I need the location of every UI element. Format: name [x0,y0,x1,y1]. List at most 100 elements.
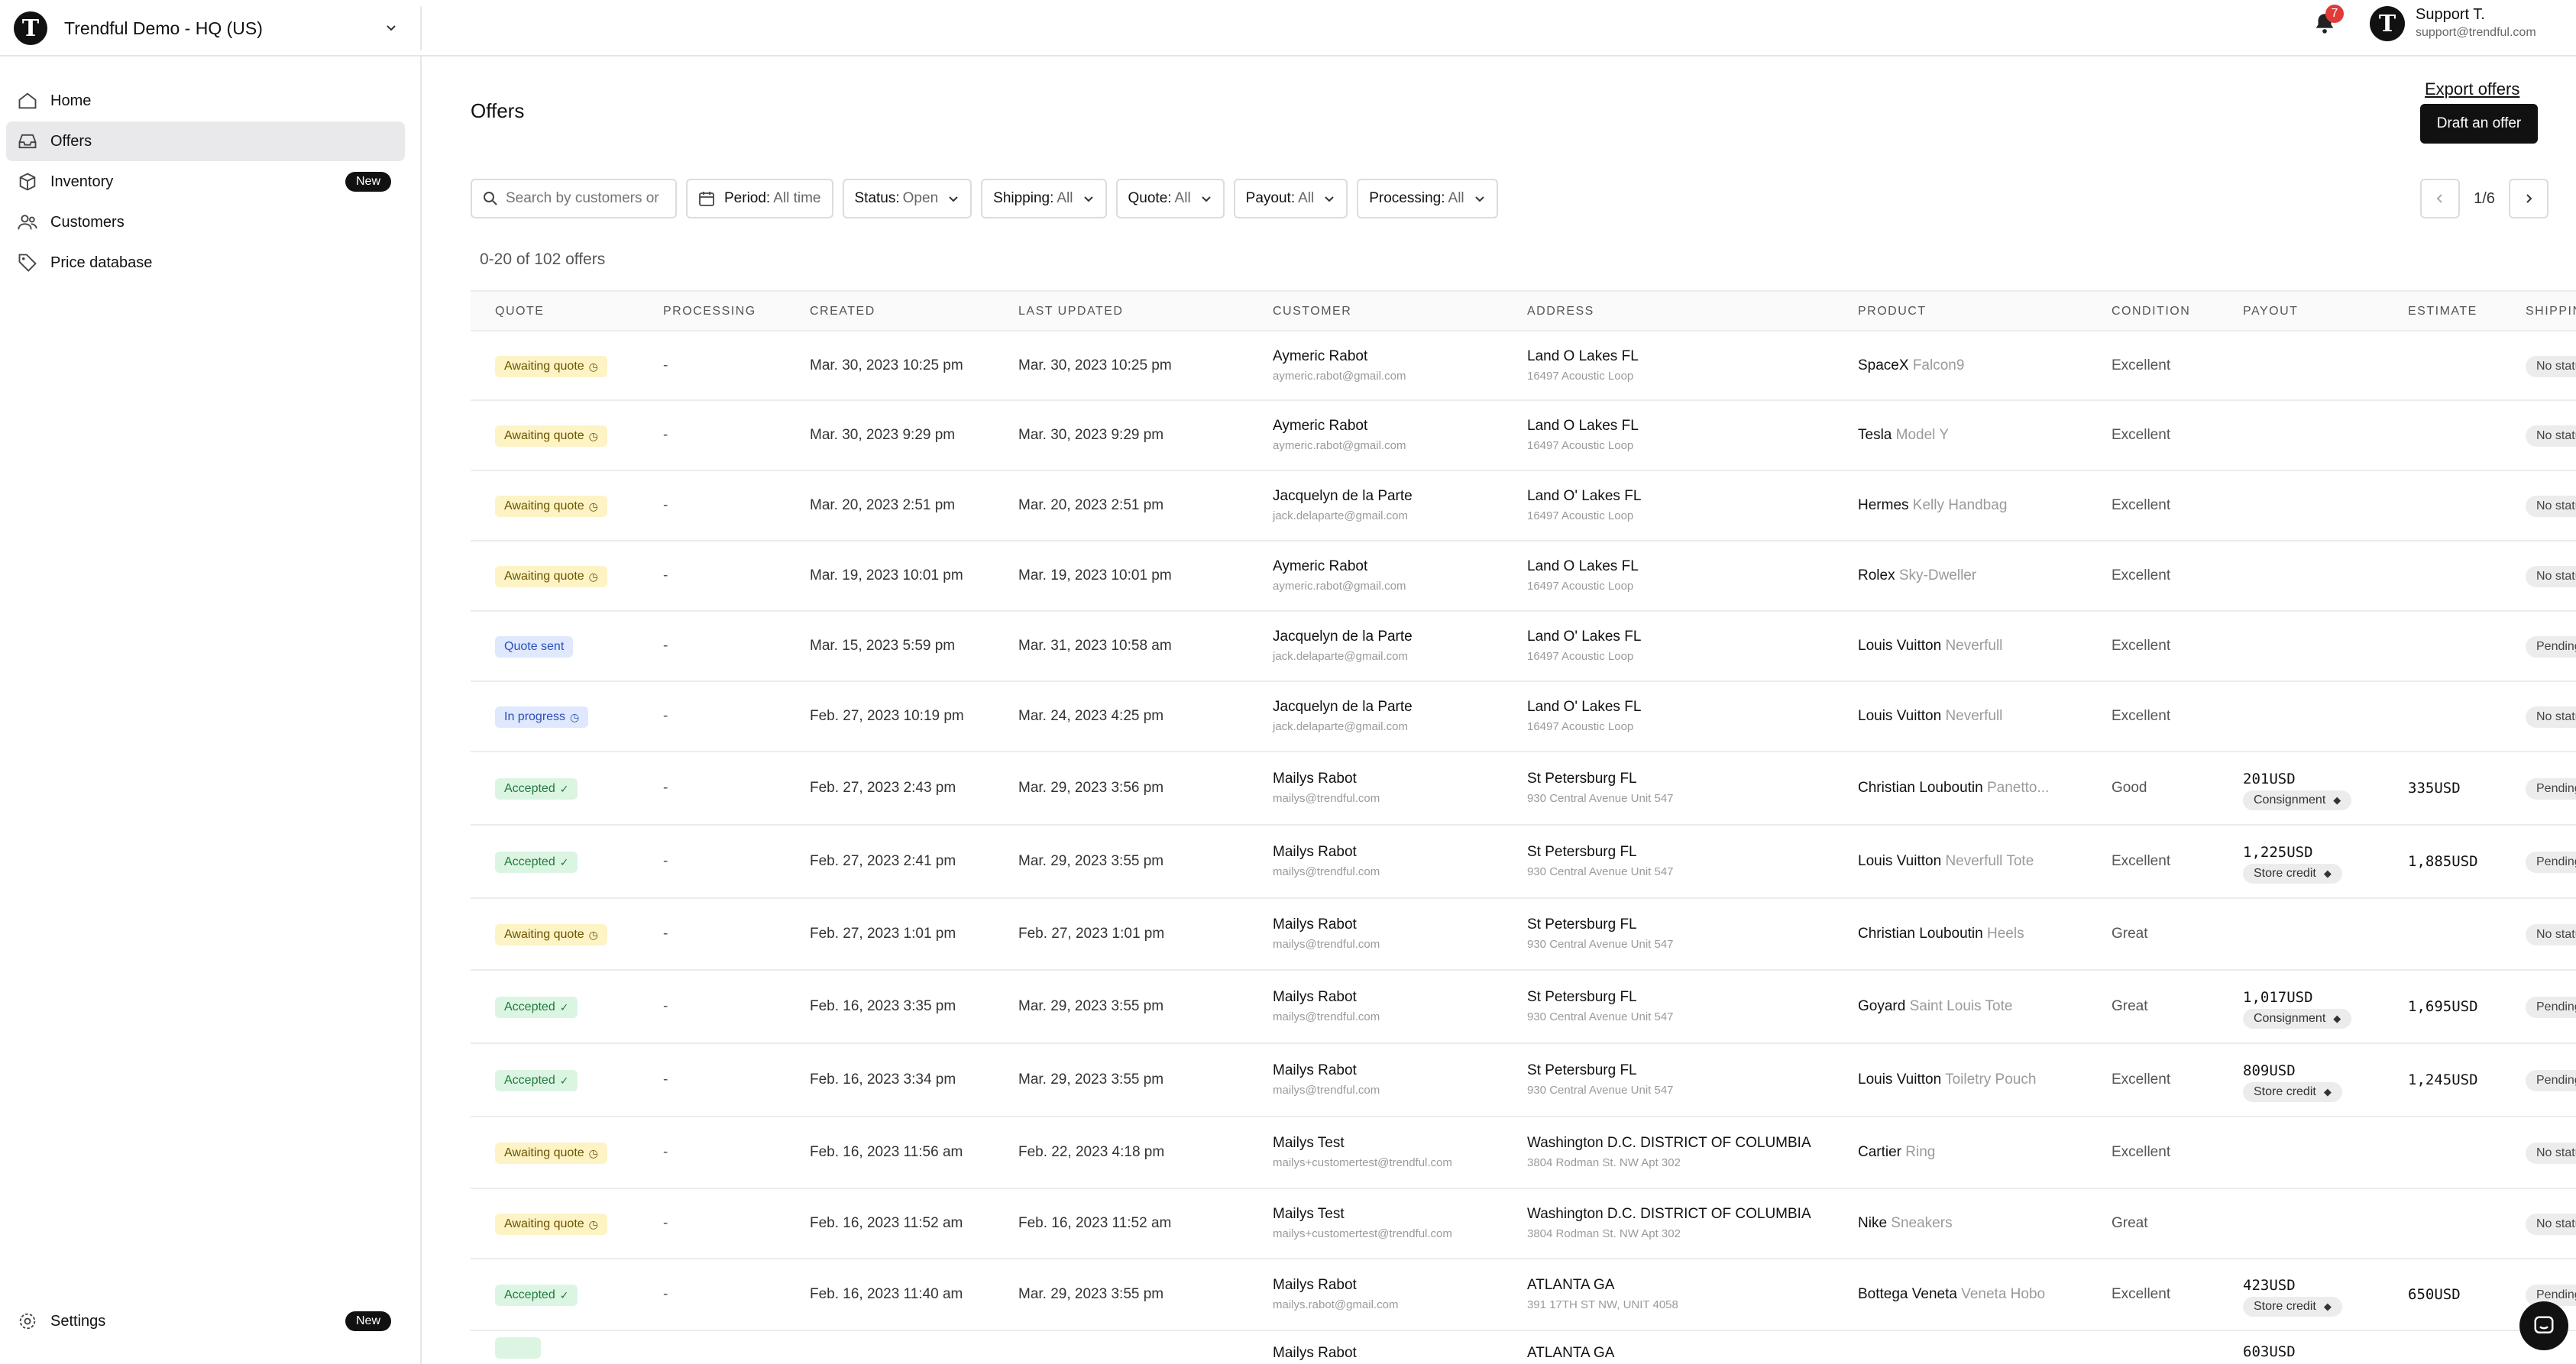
table-row[interactable]: Accepted ✓ - Feb. 16, 2023 11:40 am Mar. … [471,1259,2576,1331]
sidebar-item-customers[interactable]: Customers [6,202,405,242]
address-street: 16497 Acoustic Loop [1527,650,1634,663]
col-product-header: PRODUCT [1858,305,1927,318]
shipping-status-badge: Pending [2526,997,2576,1018]
table-row[interactable]: Awaiting quote ◷ - Mar. 30, 2023 9:29 pm … [471,401,2576,471]
customer-cell[interactable]: Mailys Rabot mailys@trendful.com [1273,1062,1380,1097]
table-row[interactable]: Awaiting quote ◷ - Mar. 30, 2023 10:25 pm… [471,331,2576,401]
product-cell: Cartier Ring [1858,1144,1935,1161]
sidebar-item-offers[interactable]: Offers [6,121,405,161]
sidebar-item-settings[interactable]: Settings New [6,1301,405,1341]
table-row[interactable]: Accepted ✓ - Feb. 16, 2023 3:35 pm Mar. 2… [471,971,2576,1044]
table-row[interactable]: Quote sent - Mar. 15, 2023 5:59 pm Mar. … [471,612,2576,682]
search-box[interactable] [471,179,677,218]
clock-icon: ◷ [588,360,598,373]
table-row[interactable]: Accepted ✓ - Feb. 27, 2023 2:41 pm Mar. 2… [471,826,2576,899]
sidebar-item-home[interactable]: Home [6,81,405,121]
product-cell: Louis Vuitton Neverfull Tote [1858,853,2034,870]
clock-icon: ◷ [588,1146,598,1159]
product-model: Falcon9 [1912,357,1965,373]
sidebar-item-inventory[interactable]: Inventory New [6,162,405,202]
customer-cell[interactable]: Mailys Rabot mailys@trendful.com [1273,771,1380,805]
customer-cell[interactable]: Jacquelyn de la Parte jack.delaparte@gma… [1273,488,1413,522]
shipping-filter[interactable]: Shipping: All [981,179,1107,218]
customer-cell[interactable]: Jacquelyn de la Parte jack.delaparte@gma… [1273,629,1413,663]
customer-cell[interactable]: Mailys Rabot mailys@trendful.com [1273,844,1380,878]
address-city: St Petersburg FL [1527,916,1637,932]
status-filter[interactable]: Status: Open [842,179,972,218]
customer-cell[interactable]: Mailys Rabot mailys@trendful.com [1273,916,1380,951]
product-brand: Louis Vuitton [1858,853,1942,869]
customer-cell[interactable]: Mailys Test mailys+customertest@trendful… [1273,1135,1452,1169]
address-city: Washington D.C. DISTRICT OF COLUMBIA [1527,1206,1811,1222]
table-row[interactable]: Awaiting quote ◷ - Feb. 16, 2023 11:56 am… [471,1117,2576,1189]
address-city: ATLANTA GA [1527,1277,1615,1293]
period-filter[interactable]: Period: All time [686,179,833,218]
address-cell: St Petersburg FL 930 Central Avenue Unit… [1527,844,1674,878]
table-row[interactable]: Awaiting quote ◷ - Mar. 20, 2023 2:51 pm … [471,471,2576,541]
condition-value: Excellent [2112,853,2171,869]
customer-cell[interactable]: Aymeric Rabot aymeric.rabot@gmail.com [1273,348,1406,383]
address-city: St Petersburg FL [1527,844,1637,860]
shipping-status-badge: No status [2526,425,2576,447]
condition-value: Excellent [2112,638,2171,654]
sidebar-item-price-database[interactable]: Price database [6,243,405,283]
quote-filter[interactable]: Quote: All [1115,179,1225,218]
shipping-status-badge: No status [2526,924,2576,945]
user-avatar[interactable]: T [2370,6,2405,41]
chat-button[interactable] [2519,1301,2568,1350]
table-row[interactable]: Mailys Rabot ATLANTA GA 603USD [471,1331,2576,1364]
customer-cell[interactable]: Jacquelyn de la Parte jack.delaparte@gma… [1273,699,1413,733]
previous-page-button[interactable] [2420,179,2460,218]
customer-cell[interactable]: Mailys Test mailys+customertest@trendful… [1273,1206,1452,1240]
quote-status: Awaiting quote ◷ [495,1143,607,1164]
product-model: Neverfull [1945,638,2003,654]
customer-name: Mailys Test [1273,1206,1345,1222]
search-input[interactable] [506,190,674,207]
address-cell: Land O' Lakes FL 16497 Acoustic Loop [1527,699,1641,733]
product-brand: Tesla [1858,427,1892,443]
payout-type-label: Store credit [2254,1085,2316,1098]
main-content: Offers Export offers Draft an offer Peri… [422,57,2576,1364]
address-street: 930 Central Avenue Unit 547 [1527,792,1674,805]
customer-cell[interactable]: Mailys Rabot mailys.rabot@gmail.com [1273,1277,1398,1311]
quote-status-badge: Accepted ✓ [495,1070,578,1091]
user-name: Support T. [2416,6,2485,23]
payout-filter[interactable]: Payout: All [1233,179,1348,218]
product-model: Ring [1905,1144,1936,1160]
quote-status-badge: Quote sent [495,636,574,658]
shipping-status-badge: Pending [2526,636,2576,658]
quote-status: Awaiting quote ◷ [495,566,607,587]
customer-cell[interactable]: Mailys Rabot mailys@trendful.com [1273,989,1380,1023]
product-brand: Hermes [1858,497,1909,513]
check-icon: ✓ [559,1288,569,1301]
table-row[interactable]: Awaiting quote ◷ - Mar. 19, 2023 10:01 pm… [471,541,2576,612]
table-row[interactable]: Awaiting quote ◷ - Feb. 27, 2023 1:01 pm … [471,899,2576,971]
shipping-status: Pending [2526,636,2576,658]
updated-date: Feb. 22, 2023 4:18 pm [1018,1144,1165,1160]
updated-date: Mar. 19, 2023 10:01 pm [1018,567,1172,583]
customer-name: Jacquelyn de la Parte [1273,629,1413,645]
processing-value: - [663,357,668,373]
created-date: Feb. 27, 2023 2:43 pm [810,780,956,796]
draft-offer-button[interactable]: Draft an offer [2420,104,2538,144]
quote-status: Accepted ✓ [495,852,578,873]
address-cell: ATLANTA GA 391 17TH ST NW, UNIT 4058 [1527,1277,1678,1311]
processing-value: - [663,1071,668,1088]
org-switcher[interactable]: T Trendful Demo - HQ (US) [14,6,422,50]
table-row[interactable]: Accepted ✓ - Feb. 27, 2023 2:43 pm Mar. 2… [471,752,2576,826]
table-row[interactable]: Accepted ✓ - Feb. 16, 2023 3:34 pm Mar. 2… [471,1044,2576,1117]
table-row[interactable]: In progress ◷ - Feb. 27, 2023 10:19 pm Ma… [471,682,2576,752]
processing-filter[interactable]: Processing: All [1357,179,1498,218]
table-row[interactable]: Awaiting quote ◷ - Feb. 16, 2023 11:52 am… [471,1189,2576,1259]
customer-email: mailys@trendful.com [1273,1084,1380,1097]
customer-cell[interactable]: Aymeric Rabot aymeric.rabot@gmail.com [1273,418,1406,452]
quote-status: Awaiting quote ◷ [495,425,607,447]
created-date: Mar. 30, 2023 9:29 pm [810,427,956,443]
next-page-button[interactable] [2509,179,2548,218]
customer-cell[interactable]: Aymeric Rabot aymeric.rabot@gmail.com [1273,558,1406,593]
address-city: Washington D.C. DISTRICT OF COLUMBIA [1527,1135,1811,1151]
export-offers-link[interactable]: Export offers [2425,79,2519,99]
quote-status-badge: Awaiting quote ◷ [495,496,607,517]
customer-email: aymeric.rabot@gmail.com [1273,439,1406,452]
tag-icon: ◆ [2333,1013,2341,1024]
